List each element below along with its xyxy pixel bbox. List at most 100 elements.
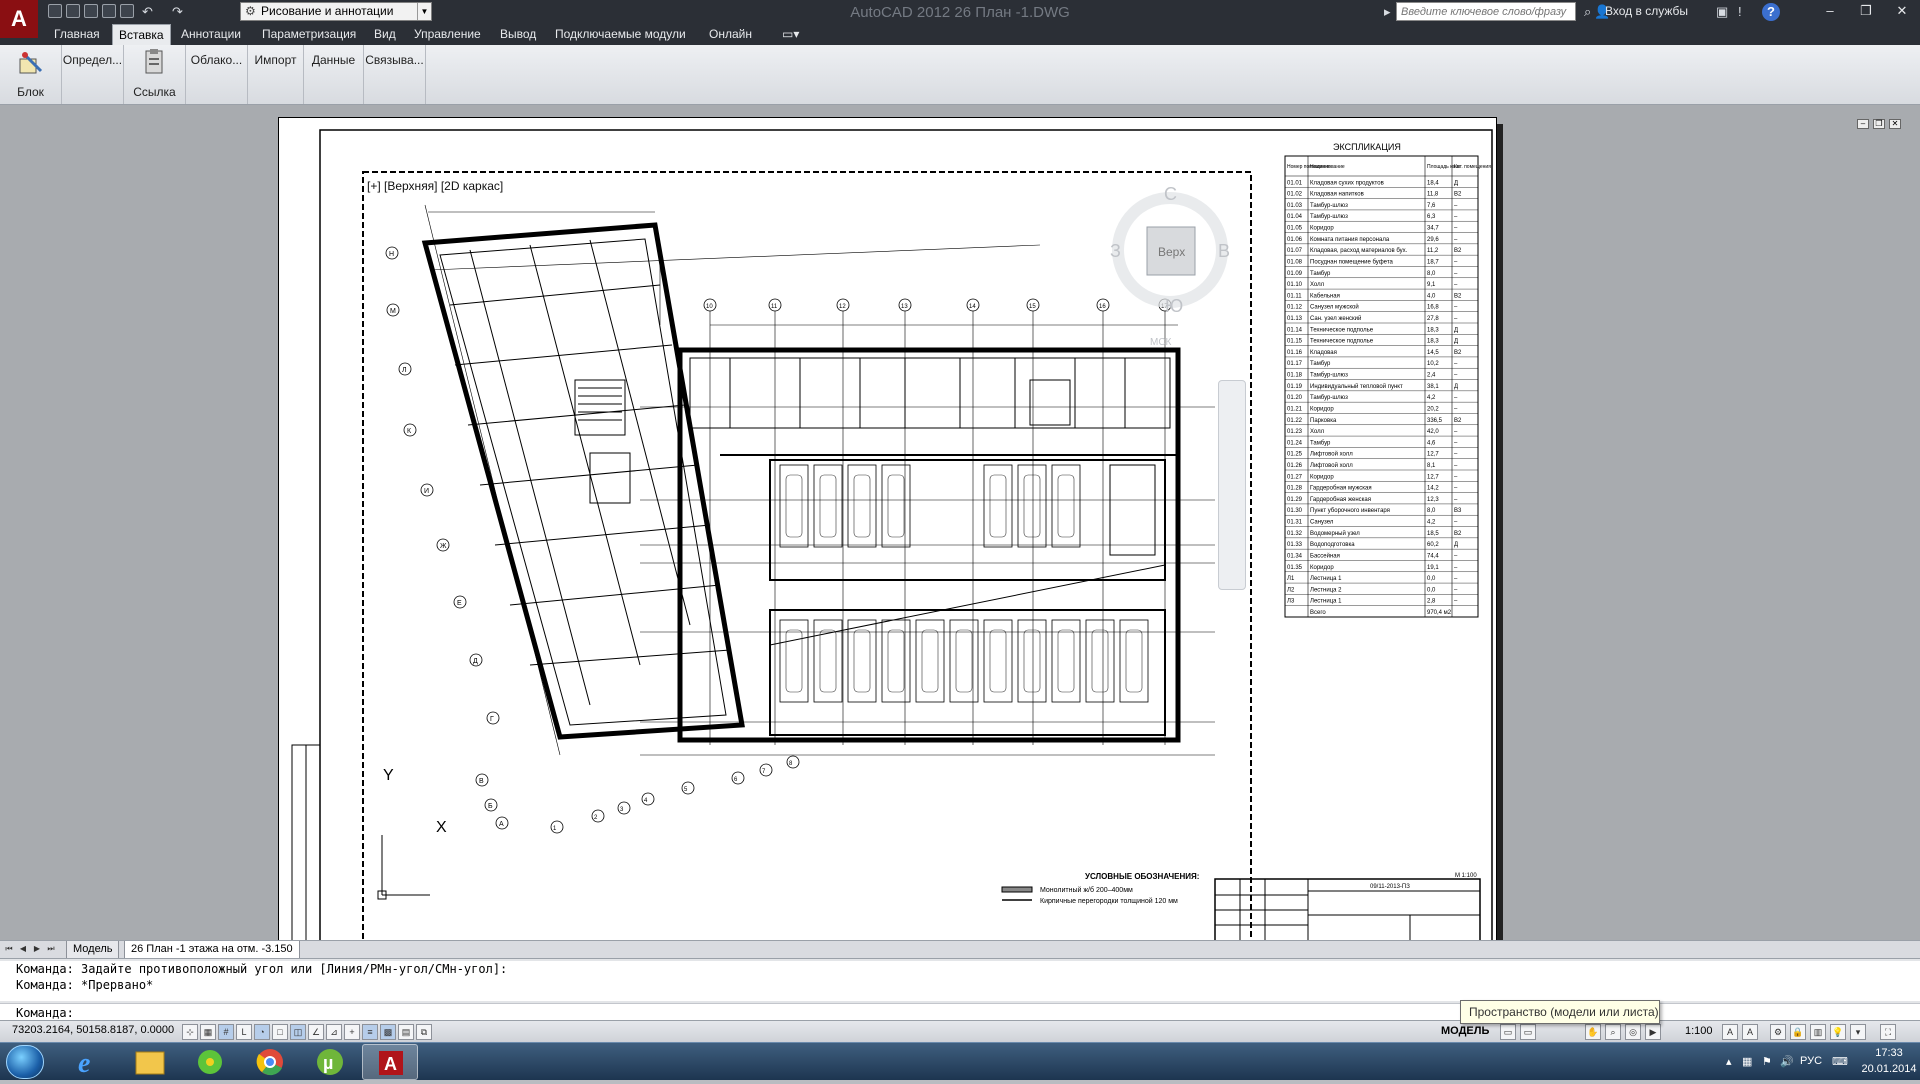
tab-annotate[interactable]: Аннотации	[175, 24, 247, 45]
clock-date[interactable]: 20.01.2014	[1860, 1063, 1918, 1075]
drawing-canvas[interactable]: Н М Л К И Ж Е Д Г В Б А 10 11 12 13 14 15 16 17 1 2 3 4 5 6 7 8 Y X…	[0, 105, 1920, 940]
clean-screen-icon[interactable]: ⛶	[1880, 1024, 1896, 1040]
ribbon-minimize-icon[interactable]: ▭▾	[776, 24, 805, 45]
expand-search-icon[interactable]: ▸	[1384, 3, 1391, 21]
selection-cycling-icon[interactable]: ⧉	[416, 1024, 432, 1040]
insert-block-button[interactable]: Блок	[0, 45, 62, 104]
tab-view[interactable]: Вид	[368, 24, 402, 45]
close-button[interactable]: ✕	[1884, 0, 1920, 22]
quick-view-drawings-icon[interactable]: ▭	[1520, 1024, 1536, 1040]
viewcube-south[interactable]: Ю	[1165, 296, 1183, 316]
tab-model[interactable]: Модель	[66, 941, 120, 959]
viewport-controls-label[interactable]: [+] [Верхняя] [2D каркас]	[367, 179, 503, 193]
lineweight-icon[interactable]: ≡	[362, 1024, 378, 1040]
tab-layout-plan[interactable]: 26 План -1 этажа на отм. -3.150	[124, 941, 300, 959]
parking-space	[847, 464, 877, 548]
tab-output[interactable]: Вывод	[494, 24, 542, 45]
first-tab-arrow[interactable]: ⏮	[4, 943, 14, 955]
start-button[interactable]	[6, 1045, 44, 1079]
otrack-icon[interactable]: ∠	[308, 1024, 324, 1040]
taskbar-icq-button[interactable]	[182, 1044, 238, 1080]
help-icon[interactable]: ?	[1762, 3, 1780, 21]
cursor-coordinates[interactable]: 73203.2164, 50158.8187, 0.0000	[12, 1024, 174, 1036]
taskbar-ie-button[interactable]: e	[62, 1044, 118, 1080]
pan-icon[interactable]: ✋	[1585, 1024, 1601, 1040]
explication-cell: 01.16	[1287, 350, 1303, 356]
login-link[interactable]: Вход в службы	[1605, 4, 1688, 18]
exchange-icon[interactable]: ▣	[1716, 3, 1728, 21]
transparency-icon[interactable]: ▩	[380, 1024, 396, 1040]
snap-icon[interactable]: ▦	[200, 1024, 216, 1040]
drawing-restore-button[interactable]: ❐	[1873, 119, 1885, 129]
ortho-icon[interactable]: L	[236, 1024, 252, 1040]
zoom-icon[interactable]: ⌕	[1605, 1024, 1621, 1040]
next-tab-arrow[interactable]: ▶	[32, 943, 42, 955]
viewcube-west[interactable]: З	[1110, 241, 1121, 261]
network-icon[interactable]: ▦	[1742, 1055, 1752, 1068]
attach-reference-button[interactable]: Ссылка	[124, 45, 186, 104]
quick-view-layouts-icon[interactable]: ▭	[1500, 1024, 1516, 1040]
taskbar-utorrent-button[interactable]: µ	[302, 1044, 358, 1080]
3d-osnap-icon[interactable]: ◫	[290, 1024, 306, 1040]
viewcube[interactable]: Верх С В З Ю МСК	[1110, 184, 1230, 348]
define-attributes-button[interactable]: Определ...	[62, 45, 124, 104]
viewcube-top-face[interactable]: Верх	[1158, 245, 1185, 259]
tab-online[interactable]: Онлайн	[703, 24, 758, 45]
restore-button[interactable]: ❐	[1848, 0, 1884, 22]
tray-expand-icon[interactable]: ▴	[1726, 1055, 1732, 1068]
workspace-switch-icon[interactable]: ⚙	[1770, 1024, 1786, 1040]
binoculars-icon[interactable]: ⌕	[1584, 3, 1591, 21]
last-tab-arrow[interactable]: ⏭	[46, 943, 56, 955]
showmotion-icon[interactable]: ▶	[1645, 1024, 1661, 1040]
tab-plugins[interactable]: Подключаемые модули	[549, 24, 692, 45]
tab-manage[interactable]: Управление	[408, 24, 487, 45]
status-bar-menu-icon[interactable]: ▾	[1850, 1024, 1866, 1040]
dyn-input-icon[interactable]: +	[344, 1024, 360, 1040]
ducs-icon[interactable]: ⊿	[326, 1024, 342, 1040]
volume-icon[interactable]: 🔊	[1780, 1055, 1794, 1068]
quick-props-icon[interactable]: ▤	[398, 1024, 414, 1040]
annotation-scale[interactable]: 1:100	[1685, 1025, 1713, 1037]
language-indicator[interactable]: РУС	[1800, 1055, 1822, 1067]
tab-home[interactable]: Главная	[48, 24, 106, 45]
drawing-close-button[interactable]: ✕	[1889, 119, 1901, 129]
grid-bubble-label: Л	[402, 367, 407, 374]
flag-icon[interactable]: ⚑	[1762, 1055, 1772, 1068]
tab-parametric[interactable]: Параметризация	[256, 24, 362, 45]
taskbar-explorer-button[interactable]	[122, 1044, 178, 1080]
hardware-accel-icon[interactable]: ▥	[1810, 1024, 1826, 1040]
lock-ui-icon[interactable]: 🔒	[1790, 1024, 1806, 1040]
taskbar-chrome-button[interactable]	[242, 1044, 298, 1080]
tab-insert[interactable]: Вставка	[112, 24, 171, 45]
point-cloud-button[interactable]: Облако...	[186, 45, 248, 104]
annotation-visibility-icon[interactable]: A	[1722, 1024, 1738, 1040]
clock-time[interactable]: 17:33	[1860, 1047, 1918, 1059]
infer-constraints-icon[interactable]: ⊹	[182, 1024, 198, 1040]
viewcube-north[interactable]: С	[1164, 184, 1177, 204]
model-space-toggle[interactable]: МОДЕЛЬ	[1441, 1025, 1489, 1037]
explication-cell: Парковка	[1310, 418, 1337, 424]
explication-cell: –	[1454, 429, 1458, 435]
application-menu-button[interactable]: A	[0, 0, 38, 38]
import-button[interactable]: Импорт	[248, 45, 304, 104]
auto-scale-icon[interactable]: A	[1742, 1024, 1758, 1040]
osnap-icon[interactable]: □	[272, 1024, 288, 1040]
data-button[interactable]: Данные	[304, 45, 364, 104]
polar-icon[interactable]: ◔	[254, 1024, 270, 1040]
viewcube-east[interactable]: В	[1218, 241, 1230, 261]
drawing-minimize-button[interactable]: –	[1857, 119, 1869, 129]
explication-cell: –	[1454, 497, 1458, 503]
isolate-objects-icon[interactable]: 💡	[1830, 1024, 1846, 1040]
notification-icon[interactable]: !	[1738, 3, 1742, 21]
taskbar-autocad-button[interactable]: A	[362, 1044, 418, 1080]
minimize-button[interactable]: –	[1812, 0, 1848, 22]
prev-tab-arrow[interactable]: ◀	[18, 943, 28, 955]
grid-icon[interactable]: #	[218, 1024, 234, 1040]
explication-cell: 01.05	[1287, 226, 1303, 232]
linking-button[interactable]: Связыва...	[364, 45, 426, 104]
viewcube-wcs[interactable]: МСК	[1150, 337, 1172, 348]
keyboard-icon[interactable]: ⌨	[1832, 1055, 1848, 1068]
navigation-bar[interactable]	[1218, 380, 1246, 590]
search-input[interactable]	[1396, 2, 1576, 21]
steering-wheel-icon[interactable]: ◎	[1625, 1024, 1641, 1040]
